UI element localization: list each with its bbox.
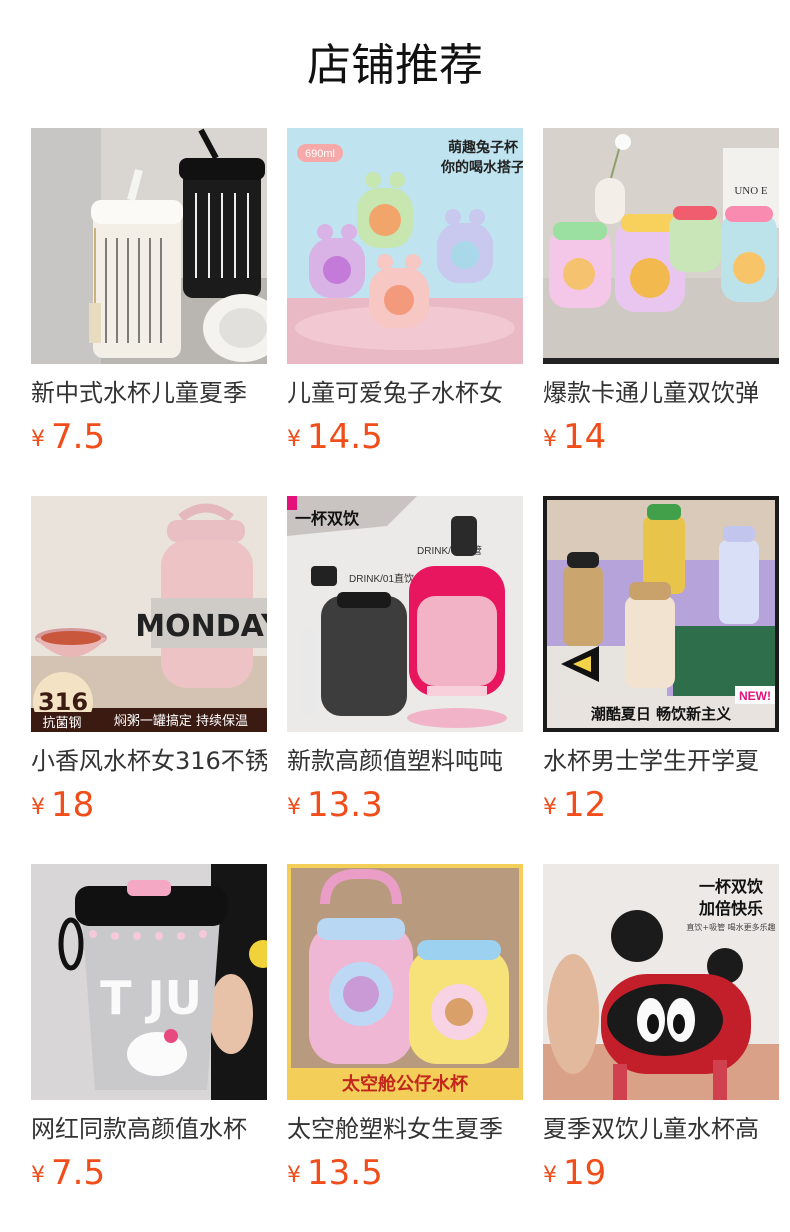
price-value: 13.5 xyxy=(307,1153,383,1193)
product-title[interactable]: 新中式水杯儿童夏季 xyxy=(31,376,267,410)
product-image-cartoon-bottles[interactable]: UNO E xyxy=(543,128,779,364)
stamp-text: 一杯双饮 xyxy=(295,509,360,528)
product-card[interactable]: 一杯双饮 加倍快乐 直饮+吸管 喝水更多乐趣 夏季双饮儿童水杯高 ¥19 xyxy=(543,864,779,1232)
product-image-kitty-tumbler[interactable]: T JU xyxy=(31,864,267,1100)
promo-bar: 潮酷夏日 畅饮新主义 xyxy=(591,705,731,723)
tag-direct: DRINK/01直饮 xyxy=(349,572,414,585)
product-price: ¥7.5 xyxy=(31,414,105,460)
promo-line-2: 你的喝水搭子 xyxy=(440,159,523,176)
product-title[interactable]: 爆款卡通儿童双饮弹 xyxy=(543,376,779,410)
price-value: 7.5 xyxy=(51,1153,106,1193)
jar-word: MONDAY xyxy=(135,609,267,644)
sign-text: UNO E xyxy=(734,185,768,197)
currency-symbol: ¥ xyxy=(543,427,557,452)
product-card[interactable]: 新中式水杯儿童夏季 ¥7.5 xyxy=(31,128,267,496)
product-title[interactable]: 小香风水杯女316不锈 xyxy=(31,744,267,778)
product-price: ¥12 xyxy=(543,782,606,828)
new-tag: NEW! xyxy=(739,689,771,703)
product-price: ¥14 xyxy=(543,414,606,460)
product-price: ¥7.5 xyxy=(31,1150,105,1196)
product-price: ¥13.5 xyxy=(287,1150,383,1196)
product-card[interactable]: 潮酷夏日 畅饮新主义 NEW! 水杯男士学生开学夏 ¥12 xyxy=(543,496,779,864)
currency-symbol: ¥ xyxy=(543,795,557,820)
price-value: 18 xyxy=(51,785,95,825)
product-image-white-calligraphy-cup[interactable] xyxy=(31,128,267,364)
price-value: 13.3 xyxy=(307,785,383,825)
currency-symbol: ¥ xyxy=(31,427,45,452)
product-price: ¥14.5 xyxy=(287,414,383,460)
product-image-red-bottle[interactable]: 一杯双饮 加倍快乐 直饮+吸管 喝水更多乐趣 xyxy=(543,864,779,1100)
currency-symbol: ¥ xyxy=(31,795,45,820)
price-value: 14 xyxy=(563,417,607,457)
promo-line-2: 加倍快乐 xyxy=(698,899,763,918)
currency-symbol: ¥ xyxy=(287,1163,301,1188)
product-card[interactable]: T JU 网红同款高颜值水杯 ¥7.5 xyxy=(31,864,267,1232)
volume-badge: 690ml xyxy=(305,148,335,160)
product-price: ¥19 xyxy=(543,1150,606,1196)
product-card[interactable]: 太空舱公仔水杯 太空舱塑料女生夏季 ¥13.5 xyxy=(287,864,523,1232)
promo-bar: 太空舱公仔水杯 xyxy=(342,1073,469,1095)
product-image-space-capsule[interactable]: 太空舱公仔水杯 xyxy=(287,864,523,1100)
product-card[interactable]: 690ml 萌趣兔子杯 你的喝水搭子 儿童可爱兔子水杯女 ¥ 14.5 xyxy=(287,128,523,496)
currency-symbol: ¥ xyxy=(287,795,301,820)
currency-symbol: ¥ xyxy=(543,1163,557,1188)
badge-big: 316 xyxy=(38,688,88,716)
price-value: 19 xyxy=(563,1153,607,1193)
product-title[interactable]: 儿童可爱兔子水杯女 xyxy=(287,376,523,410)
product-price: ¥13.3 xyxy=(287,782,383,828)
product-image-bunny-bottles[interactable]: 690ml 萌趣兔子杯 你的喝水搭子 xyxy=(287,128,523,364)
product-title[interactable]: 夏季双饮儿童水杯高 xyxy=(543,1112,779,1146)
product-title[interactable]: 水杯男士学生开学夏 xyxy=(543,744,779,778)
promo-line-1: 萌趣兔子杯 xyxy=(448,139,519,156)
section-title: 店铺推荐 xyxy=(307,40,483,91)
product-card[interactable]: UNO E 爆款卡通儿童双饮弹 ¥14 xyxy=(543,128,779,496)
product-card[interactable]: MONDAY 焖粥一罐搞定 持续保温 316 抗菌钢 小香风水杯女316不锈 ¥… xyxy=(31,496,267,864)
price-value: 7.5 xyxy=(51,417,106,457)
product-card[interactable]: 一杯双饮 DRINK/02吸管 DRINK/01直饮 新款高颜值塑料吨吨 ¥13… xyxy=(287,496,523,864)
price-value: 12 xyxy=(563,785,607,825)
product-price: ¥18 xyxy=(31,782,94,828)
product-grid: 新中式水杯儿童夏季 ¥7.5 690ml 萌趣兔子杯 你的喝水搭子 儿童可爱兔子… xyxy=(31,128,779,1232)
promo-line-1: 一杯双饮 xyxy=(699,877,764,896)
product-title[interactable]: 新款高颜值塑料吨吨 xyxy=(287,744,523,778)
currency-symbol: ¥ xyxy=(31,1163,45,1188)
badge-small: 抗菌钢 xyxy=(42,716,81,731)
product-title[interactable]: 太空舱塑料女生夏季 xyxy=(287,1112,523,1146)
product-image-straw-bottles[interactable]: 一杯双饮 DRINK/02吸管 DRINK/01直饮 xyxy=(287,496,523,732)
tumbler-word: T JU xyxy=(100,971,202,1025)
promo-bar: 焖粥一罐搞定 持续保温 xyxy=(114,713,248,729)
product-image-sports-kettles[interactable]: 潮酷夏日 畅饮新主义 NEW! xyxy=(543,496,779,732)
product-image-pink-food-jar[interactable]: MONDAY 焖粥一罐搞定 持续保温 316 抗菌钢 xyxy=(31,496,267,732)
currency-symbol: ¥ xyxy=(287,427,301,452)
promo-line-3: 直饮+吸管 喝水更多乐趣 xyxy=(686,922,775,932)
price-value: 14.5 xyxy=(307,417,383,457)
product-title[interactable]: 网红同款高颜值水杯 xyxy=(31,1112,267,1146)
